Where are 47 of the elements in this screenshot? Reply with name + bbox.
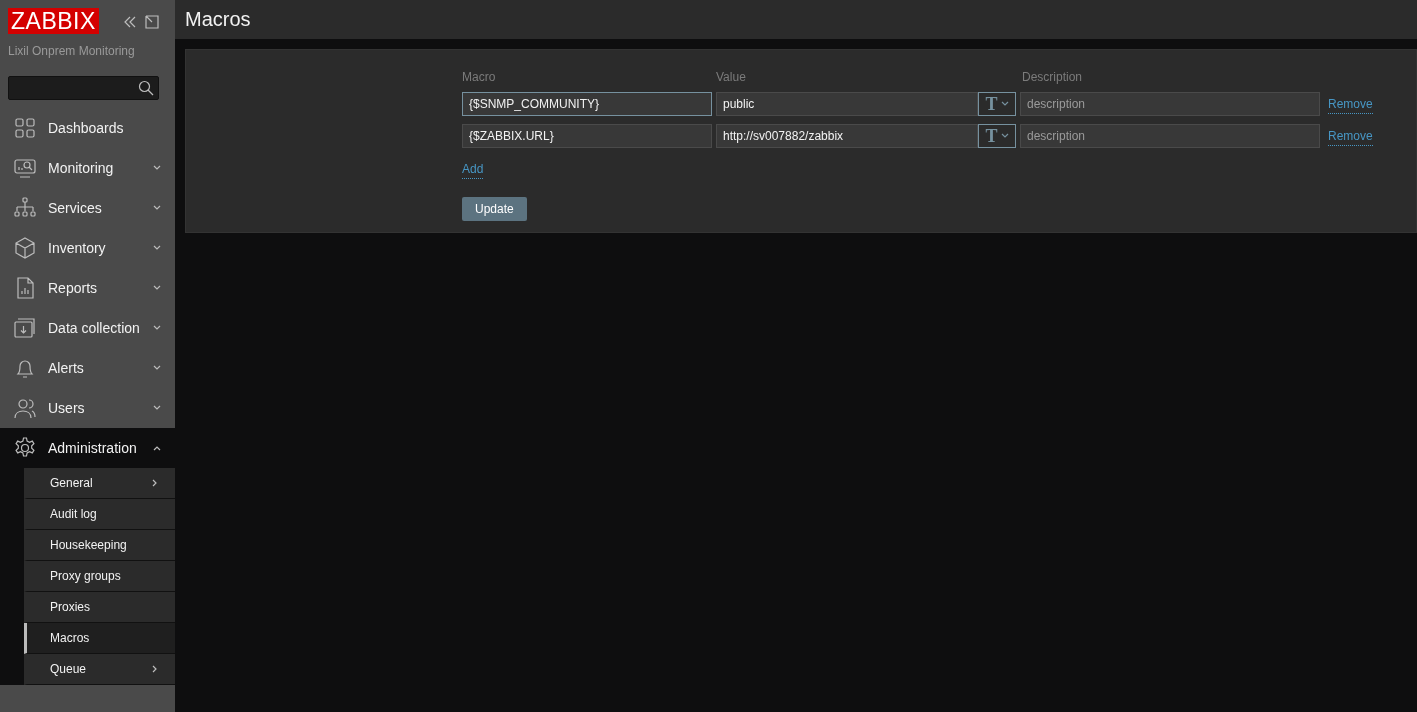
page-title: Macros: [175, 0, 1417, 39]
submenu-item[interactable]: Proxy groups: [24, 561, 175, 592]
column-header: Description: [1022, 70, 1083, 84]
submenu-item[interactable]: Macros: [24, 623, 175, 654]
remove-link[interactable]: Remove: [1328, 126, 1373, 146]
download-box-icon: [14, 317, 36, 339]
menu-item[interactable]: Users: [0, 388, 175, 428]
column-header: Value: [716, 70, 746, 84]
menu-item[interactable]: Services: [0, 188, 175, 228]
grid-icon: [14, 117, 36, 139]
submenu-item[interactable]: General: [24, 468, 175, 499]
report-icon: [14, 277, 36, 299]
chevron-icon: [1000, 133, 1009, 139]
bell-icon: [14, 357, 36, 379]
menu-item[interactable]: Administration: [0, 428, 175, 468]
value-field[interactable]: public: [716, 92, 978, 116]
macro-field[interactable]: {$SNMP_COMMUNITY}: [462, 92, 712, 116]
menu-item[interactable]: Data collection: [0, 308, 175, 348]
search-field[interactable]: [8, 76, 159, 100]
search-icon[interactable]: [138, 80, 154, 96]
users-icon: [14, 397, 36, 419]
menu-item[interactable]: Monitoring: [0, 148, 175, 188]
description-field[interactable]: description: [1020, 92, 1320, 116]
submenu-item[interactable]: Proxies: [24, 592, 175, 623]
box-icon: [14, 237, 36, 259]
submenu-item[interactable]: Housekeeping: [24, 530, 175, 561]
menu-item[interactable]: Dashboards: [0, 108, 175, 148]
type-dropdown[interactable]: T: [978, 92, 1016, 116]
gear-icon: [14, 437, 36, 459]
logo[interactable]: ZABBIX: [8, 8, 99, 34]
type-dropdown[interactable]: T: [978, 124, 1016, 148]
chevron-icon: [1000, 101, 1009, 107]
description-field[interactable]: description: [1020, 124, 1320, 148]
monitor-icon: [14, 157, 36, 179]
submenu-item[interactable]: Audit log: [24, 499, 175, 530]
remove-link[interactable]: Remove: [1328, 94, 1373, 114]
hierarchy-icon: [14, 197, 36, 219]
update-button[interactable]: Update: [462, 197, 527, 221]
server-name: Lixil Onprem Monitoring: [7, 43, 136, 60]
menu-item[interactable]: Alerts: [0, 348, 175, 388]
menu-item[interactable]: Reports: [0, 268, 175, 308]
add-link[interactable]: Add: [462, 160, 484, 179]
submenu-item[interactable]: Queue: [24, 654, 175, 685]
menu-item[interactable]: Inventory: [0, 228, 175, 268]
macro-field[interactable]: {$ZABBIX.URL}: [462, 124, 712, 148]
column-header: Macro: [462, 70, 496, 84]
value-field[interactable]: http://sv007882/zabbix: [716, 124, 978, 148]
